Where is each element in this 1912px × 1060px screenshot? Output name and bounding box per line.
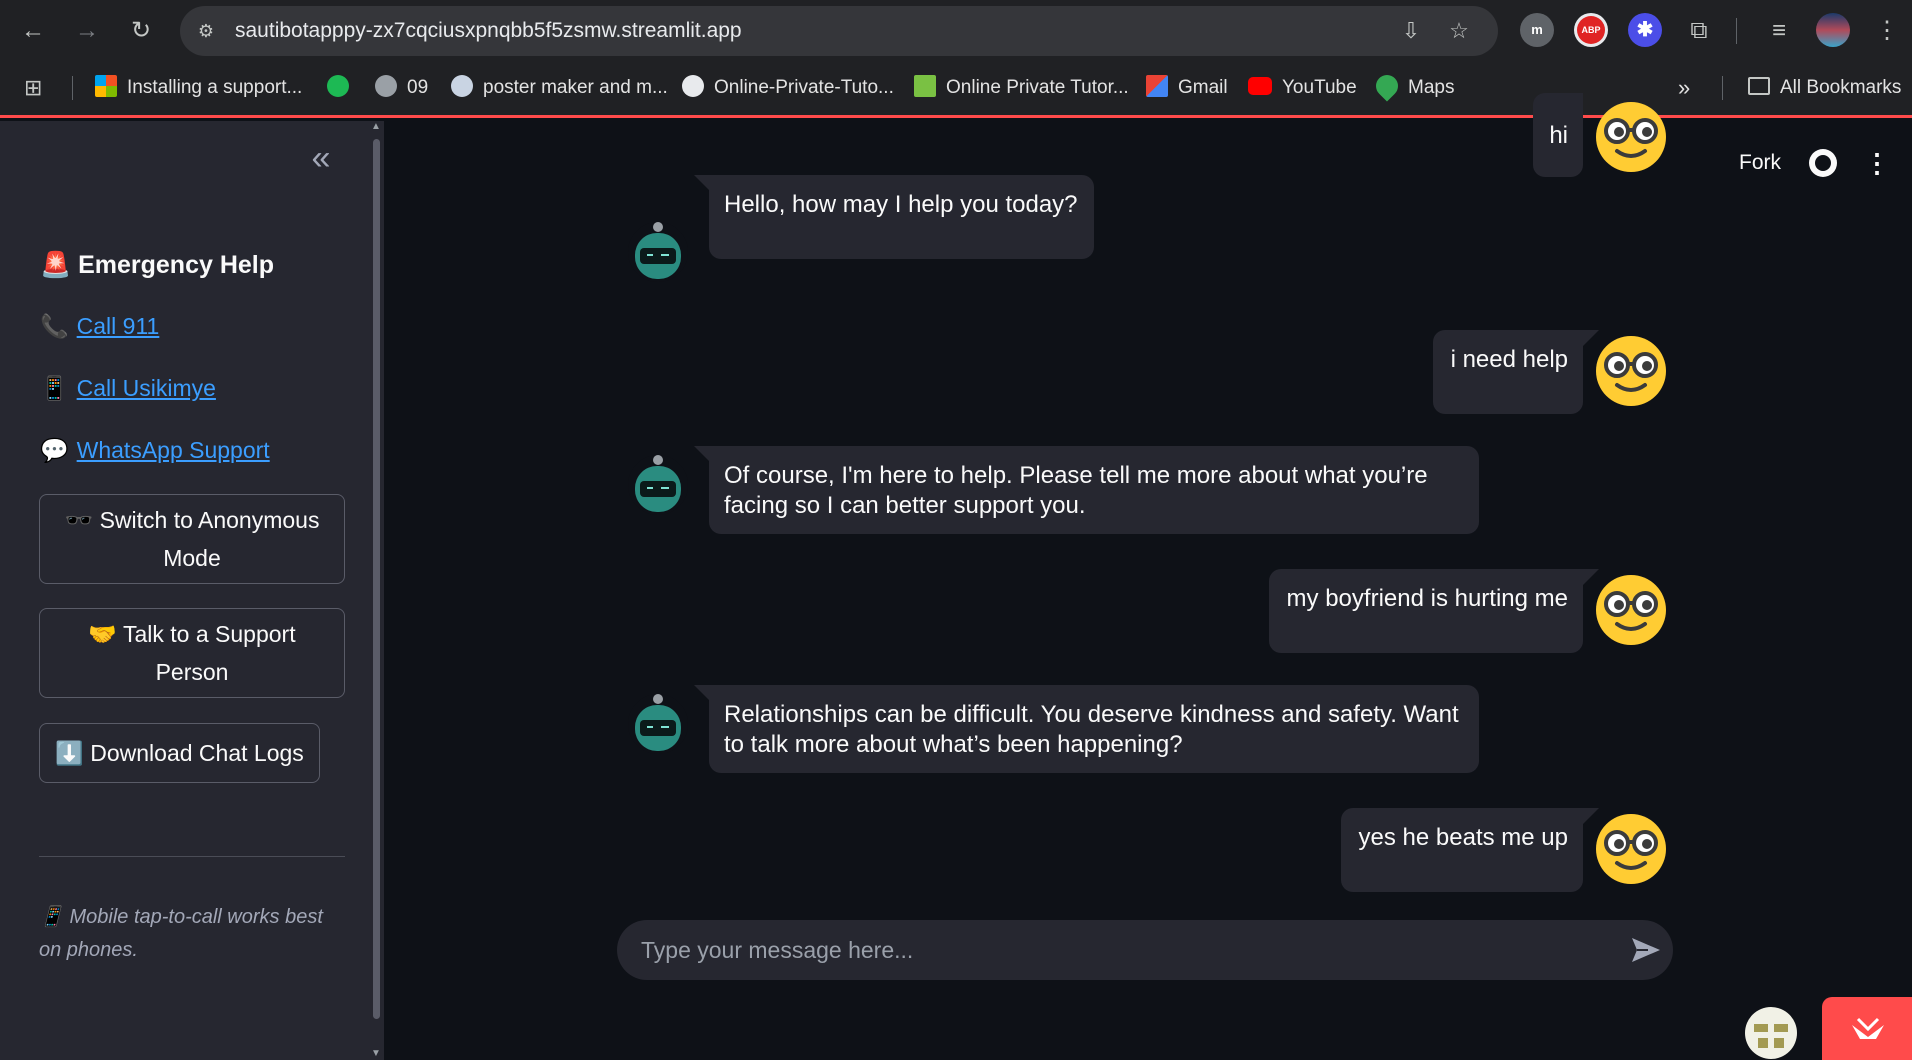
chat-input-container [617,920,1673,980]
sidebar-divider [39,856,345,857]
send-icon[interactable] [1630,934,1662,966]
download-chat-logs-button[interactable]: ⬇️ Download Chat Logs [39,723,320,783]
bot-avatar-robot-icon [628,222,688,282]
sidebar: « 🚨 Emergency Help 📞 Call 911 📱 Call Usiki… [0,121,384,1060]
phone-icon: 📞 [40,313,69,339]
bookmarks-divider [72,76,73,100]
adblock-plus-icon[interactable]: ABP [1574,13,1608,47]
github-icon [682,75,704,98]
bubble-tail [694,446,710,462]
extension-m-icon[interactable]: m [1520,13,1554,47]
apps-grid-icon[interactable]: ⊞ [24,62,42,114]
github-icon[interactable] [1809,149,1837,177]
streamlit-crown-icon [1852,1017,1884,1039]
talk-to-support-button[interactable]: 🤝 Talk to a Support Person [39,608,345,698]
leaf-icon [914,75,936,98]
spotify-icon [327,75,349,98]
scroll-down-arrow-icon[interactable]: ▼ [371,1048,381,1059]
handshake-icon: 🤝 [88,621,118,647]
bot-message-bubble: Relationships can be difficult. You dese… [709,685,1479,773]
globe-icon [375,75,397,98]
sunglasses-icon: 🕶️ [64,507,94,533]
bubble-tail [694,175,710,191]
maps-pin-icon [1371,70,1403,103]
call-usikimye-link[interactable]: 📱 Call Usikimye [40,375,216,402]
user-message-bubble: yes he beats me up [1341,808,1583,892]
address-bar[interactable]: ⚙ sautibotapppy-zx7cqciusxpnqbb5f5zsmw.s… [180,6,1498,56]
bot-avatar-robot-icon [628,694,688,754]
user-message-bubble: hi [1533,93,1583,177]
abp-label: ABP [1577,16,1605,44]
bookmark-item[interactable]: YouTube [1248,62,1357,114]
scroll-up-arrow-icon[interactable]: ▲ [371,121,381,132]
bookmark-item[interactable]: poster maker and m... [451,62,668,114]
gmail-icon [1146,75,1168,98]
main-menu-icon[interactable]: ⋮ [1864,145,1890,181]
streamlit-badge[interactable] [1822,997,1912,1060]
bookmarks-divider [1722,76,1723,100]
switch-anonymous-button[interactable]: 🕶️ Switch to Anonymous Mode [39,494,345,584]
user-avatar-nerd-face-icon [1596,814,1666,884]
mobile-tip-note: 📱 Mobile tap-to-call works best on phone… [39,906,323,961]
collapse-sidebar-icon[interactable]: « [303,141,339,179]
windows-tiles-icon [95,75,117,98]
reload-icon[interactable]: ↻ [124,14,158,48]
browser-toolbar: ← → ↻ ⚙ sautibotapppy-zx7cqciusxpnqbb5f5… [0,0,1912,62]
all-bookmarks[interactable]: All Bookmarks [1748,62,1901,114]
speech-bubble-icon: 💬 [40,437,69,463]
sidebar-scrollbar[interactable] [373,139,380,1019]
bookmark-item[interactable]: Online-Private-Tuto... [682,62,894,114]
user-message-bubble: i need help [1433,330,1583,414]
user-message-bubble: my boyfriend is hurting me [1269,569,1583,653]
youtube-icon [1248,77,1272,96]
bookmark-item[interactable]: Installing a support... [95,62,302,114]
url-text[interactable]: sautibotapppy-zx7cqciusxpnqbb5f5zsmw.str… [235,6,742,56]
bookmark-item[interactable]: 09 [375,62,428,114]
more-bookmarks-chevron-icon[interactable]: » [1678,62,1690,114]
user-avatar-nerd-face-icon [1596,336,1666,406]
mobile-phone-icon: 📱 [39,906,64,928]
media-control-icon[interactable]: ≡ [1762,14,1796,48]
back-arrow-icon[interactable]: ← [16,14,50,48]
fork-button[interactable]: Fork [1739,151,1781,175]
extension-gear-icon[interactable]: ✱ [1628,13,1662,47]
bookmark-item[interactable] [327,62,359,114]
profile-avatar-icon[interactable] [1816,13,1850,47]
call-911-link[interactable]: 📞 Call 911 [40,313,159,340]
folder-icon [1748,77,1770,96]
creator-avatar-icon[interactable] [1744,1006,1798,1060]
bookmark-item[interactable]: Gmail [1146,62,1228,114]
bot-message-bubble: Of course, I'm here to help. Please tell… [709,446,1479,534]
forward-arrow-icon[interactable]: → [70,14,104,48]
bot-avatar-robot-icon [628,455,688,515]
main-chat-area: hi Hello, how may I help you today? i ne… [384,93,1912,1060]
whatsapp-support-link[interactable]: 💬 WhatsApp Support [40,437,270,464]
user-avatar-nerd-face-icon [1596,102,1666,172]
site-settings-icon[interactable]: ⚙ [194,19,218,43]
chrome-menu-icon[interactable]: ⋮ [1870,14,1904,48]
install-app-icon[interactable]: ⇩ [1398,18,1424,44]
toolbar-divider [1736,18,1737,44]
mobile-phone-icon: 📱 [40,375,69,401]
bookmark-star-icon[interactable]: ☆ [1446,18,1472,44]
siren-icon: 🚨 [40,251,72,279]
user-avatar-nerd-face-icon [1596,575,1666,645]
bot-message-bubble: Hello, how may I help you today? [709,175,1094,259]
extensions-puzzle-icon[interactable]: ⧉ [1682,14,1716,48]
bookmark-item[interactable]: Maps [1371,62,1454,114]
sidebar-title: 🚨 Emergency Help [40,251,275,279]
paw-icon [451,75,473,98]
download-arrow-icon: ⬇️ [55,740,84,766]
bubble-tail [694,685,710,701]
bookmark-item[interactable]: Online Private Tutor... [914,62,1129,114]
chat-message-input[interactable] [641,920,1601,980]
